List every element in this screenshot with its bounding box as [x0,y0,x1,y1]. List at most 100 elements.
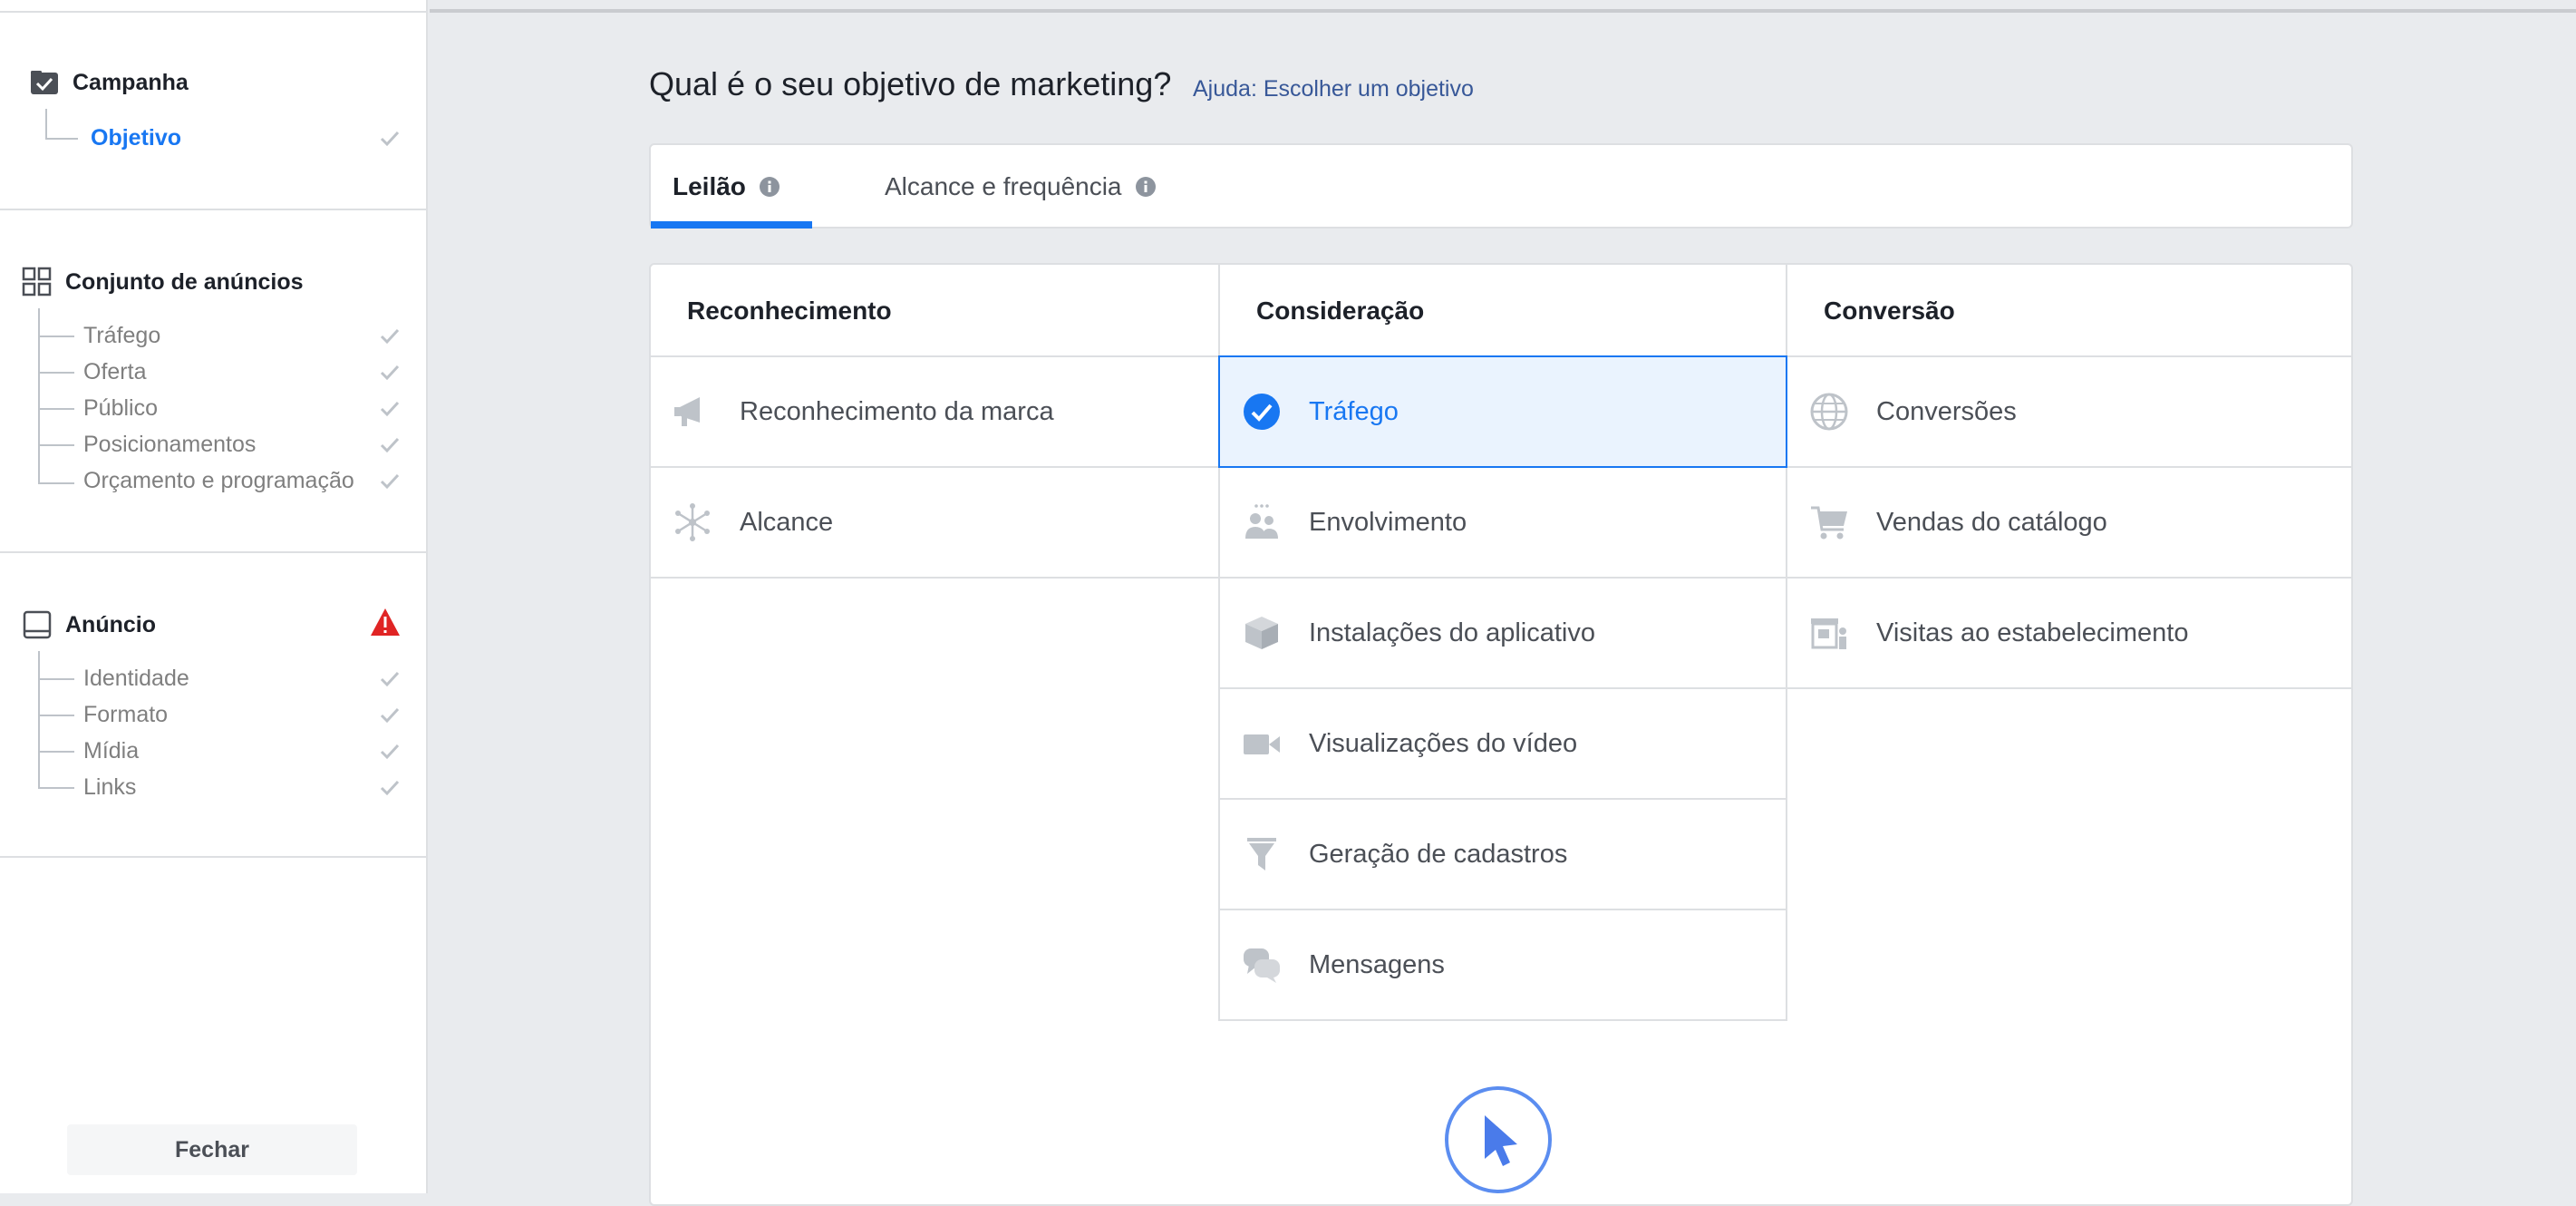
check-icon [380,473,400,490]
top-border [430,9,2576,13]
objective-geracao-cadastros[interactable]: Geração de cadastros [1220,800,1786,909]
sidebar-item-identidade[interactable]: Identidade [83,660,189,696]
sidebar-item-links[interactable]: Links [83,769,136,805]
column-title-reconhecimento: Reconhecimento [687,297,892,325]
objective-instalacoes-aplicativo[interactable]: Instalações do aplicativo [1220,579,1786,687]
sidebar-item-trafego[interactable]: Tráfego [83,317,160,354]
section-title-adset: Conjunto de anúncios [65,268,304,295]
active-tab-indicator [651,221,812,229]
funnel-icon [1247,838,1276,870]
sidebar-item-label: Posicionamentos [83,431,257,457]
help-link[interactable]: Ajuda: Escolher um objetivo [1193,76,1474,102]
sidebar-section-campaign[interactable]: Campanha [29,67,189,98]
sidebar-item-midia[interactable]: Mídia [83,733,139,769]
tree-line [38,372,74,374]
check-icon [380,437,400,453]
sidebar-item-objetivo[interactable]: Objetivo [91,120,181,156]
check-icon [380,707,400,724]
tree-line [38,336,74,337]
sidebar-section-adset[interactable]: Conjunto de anúncios [22,267,304,297]
info-icon[interactable] [1135,176,1157,198]
close-button[interactable]: Fechar [67,1124,357,1175]
objective-visualizacoes-video[interactable]: Visualizações do vídeo [1220,689,1786,798]
globe-icon [1810,393,1848,431]
check-icon [380,671,400,687]
tree-line [38,678,74,680]
tree-line [38,444,74,446]
check-icon [380,780,400,796]
sidebar-item-label: Oferta [83,358,147,384]
objective-label: Geração de cadastros [1309,839,1568,869]
tree-line [45,109,47,140]
objective-mensagens[interactable]: Mensagens [1220,910,1786,1019]
sidebar-item-label: Identidade [83,665,189,691]
sidebar-item-label: Objetivo [91,124,182,151]
sidebar-section-ad[interactable]: Anúncio [22,609,156,640]
objective-label: Reconhecimento da marca [740,396,1054,426]
column-title-consideracao: Consideração [1256,297,1425,325]
sidebar-item-posicionamentos[interactable]: Posicionamentos [83,426,256,462]
check-icon [380,365,400,381]
people-icon [1245,504,1278,539]
objective-visitas-estabelecimento[interactable]: Visitas ao estabelecimento [1787,579,2351,687]
reach-icon [675,503,710,541]
video-camera-icon [1244,734,1280,754]
sidebar-item-label: Links [83,773,137,800]
objective-label: Mensagens [1309,949,1445,979]
tree-line [38,787,74,789]
warning-icon [371,608,400,636]
tree-line [38,408,74,410]
sidebar-item-label: Mídia [83,737,140,763]
objective-conversoes[interactable]: Conversões [1787,357,2351,466]
objective-label: Instalações do aplicativo [1309,618,1595,647]
tree-line [38,751,74,753]
objective-vendas-catalogo[interactable]: Vendas do catálogo [1787,468,2351,577]
sidebar-item-label: Formato [83,701,169,727]
objective-label: Alcance [740,507,834,537]
sidebar-top-divider [0,11,428,13]
megaphone-icon [674,397,700,426]
page-title: Qual é o seu objetivo de marketing? [649,65,1172,102]
sidebar-item-label: Orçamento e programação [83,467,354,493]
tab-label: Leilão [673,172,746,200]
check-icon [380,328,400,345]
section-title-ad: Anúncio [65,611,156,637]
chat-bubbles-icon [1244,948,1280,983]
tree-line [38,482,74,484]
sidebar-item-label: Tráfego [83,322,161,348]
sidebar: Campanha Objetivo Conjunto de anúncios T… [0,0,428,1193]
row-divider [1218,1019,1786,1021]
objective-envolvimento[interactable]: Envolvimento [1220,468,1786,577]
cart-icon [1811,506,1847,540]
check-icon [380,744,400,760]
pointer-cursor-icon [1485,1115,1517,1166]
tab-label: Alcance e frequência [885,172,1122,200]
sidebar-divider [0,856,428,858]
objective-label: Tráfego [1309,396,1399,426]
grid-icon [22,267,52,297]
sidebar-divider [0,551,428,553]
tree-line [38,715,74,716]
campaign-icon [31,71,58,94]
sidebar-item-oferta[interactable]: Oferta [83,354,146,390]
check-icon [380,131,400,147]
objective-label: Envolvimento [1309,507,1467,537]
store-icon [1811,618,1846,649]
objective-alcance[interactable]: Alcance [651,468,1218,577]
sidebar-item-formato[interactable]: Formato [83,696,168,733]
objective-trafego[interactable]: Tráfego [1218,355,1787,468]
tab-leilao[interactable]: Leilão [673,145,780,229]
sidebar-item-orcamento[interactable]: Orçamento e programação [83,462,354,499]
objectives-grid: Reconhecimento Consideração Conversão Re… [649,263,2353,1206]
check-circle-icon [1244,394,1280,430]
objective-label: Vendas do catálogo [1876,507,2107,537]
check-icon [380,401,400,417]
sidebar-item-publico[interactable]: Público [83,390,158,426]
objective-label: Conversões [1876,396,2017,426]
objective-reconhecimento-marca[interactable]: Reconhecimento da marca [651,357,1218,466]
tab-alcance-frequencia[interactable]: Alcance e frequência [885,145,1157,229]
box-icon [1245,617,1278,649]
info-icon[interactable] [759,176,780,198]
section-title-campaign: Campanha [73,69,189,95]
ad-icon [23,610,52,639]
